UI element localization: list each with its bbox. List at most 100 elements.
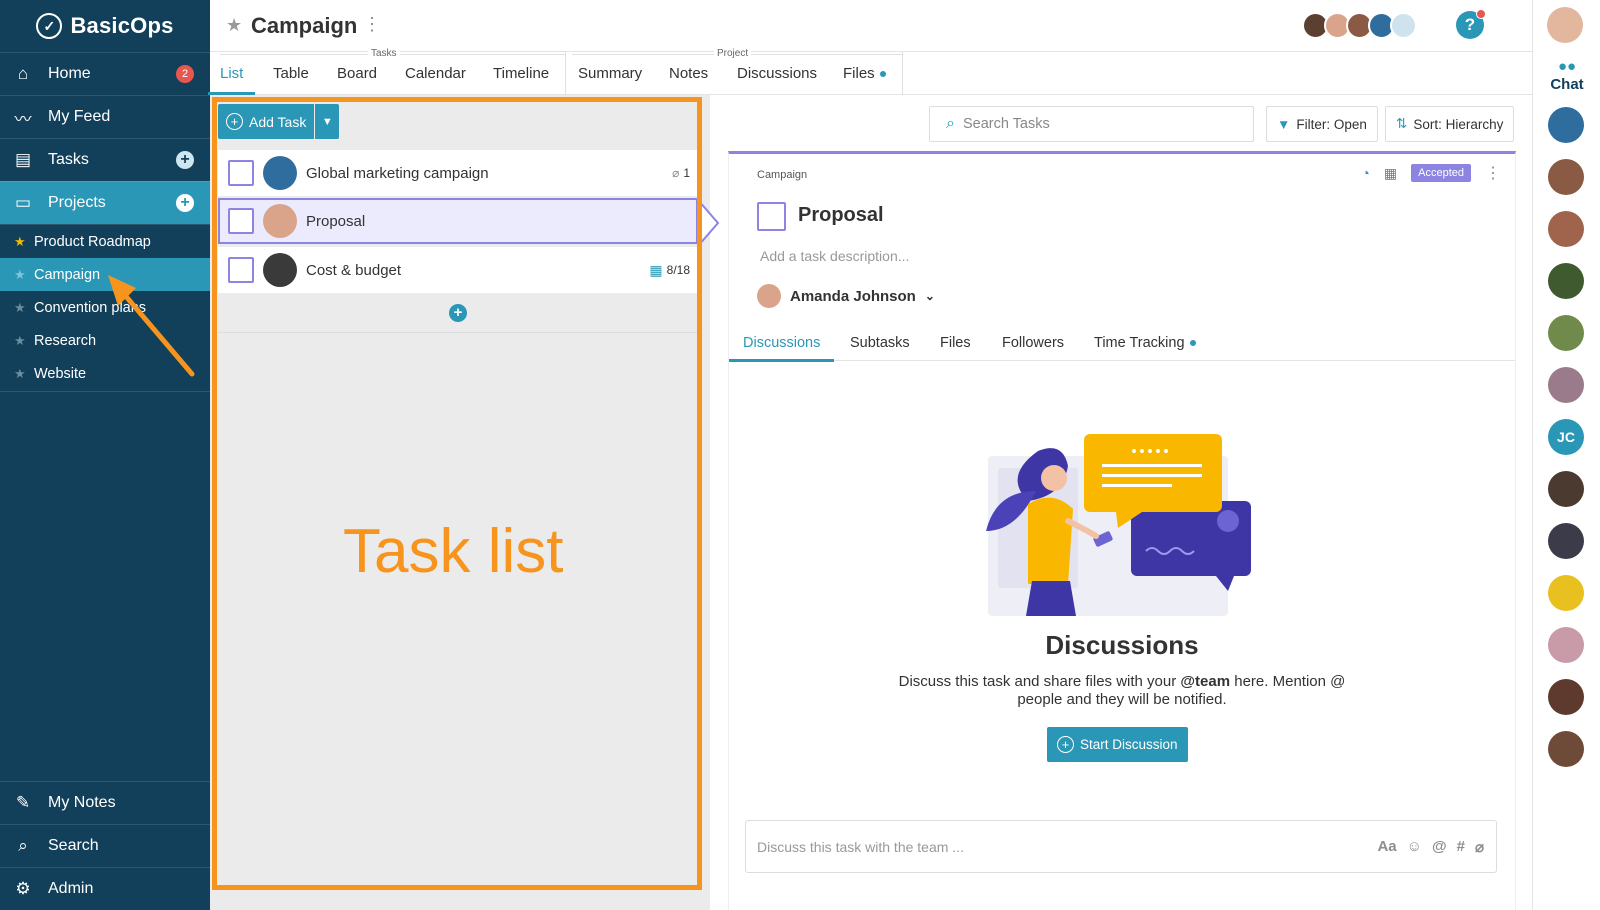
- project-label: Website: [34, 365, 87, 382]
- avatar[interactable]: [1548, 315, 1584, 351]
- tab-timeline[interactable]: Timeline: [493, 52, 549, 95]
- filter-button[interactable]: ▼ Filter: Open: [1266, 106, 1378, 142]
- avatar[interactable]: [1548, 575, 1584, 611]
- tab-board[interactable]: Board: [337, 52, 377, 95]
- star-icon[interactable]: ★: [14, 300, 28, 316]
- tab-discussions[interactable]: Discussions: [737, 52, 817, 95]
- nav-tasks[interactable]: ▤ Tasks +: [0, 138, 210, 181]
- task-title[interactable]: Proposal: [798, 204, 884, 227]
- project-website[interactable]: ★ Website: [0, 357, 210, 390]
- add-project-plus-icon[interactable]: +: [176, 194, 194, 212]
- star-icon[interactable]: ★: [14, 366, 28, 382]
- current-user-avatar[interactable]: [1547, 7, 1583, 43]
- tab-calendar[interactable]: Calendar: [405, 52, 466, 95]
- chat-bubble-icon: ●●: [1557, 58, 1577, 75]
- nav-search-label: Search: [48, 837, 99, 854]
- task-checkbox[interactable]: [228, 160, 254, 186]
- project-product-roadmap[interactable]: ★ Product Roadmap: [0, 225, 210, 258]
- assignee-selector[interactable]: Amanda Johnson ⌄: [757, 284, 935, 308]
- star-icon[interactable]: ★: [14, 333, 28, 349]
- task-row[interactable]: Cost & budget ▦ 8/18: [218, 247, 698, 293]
- favorite-star-icon[interactable]: ★: [226, 15, 242, 36]
- avatar[interactable]: [1548, 627, 1584, 663]
- project-convention-plans[interactable]: ★ Convention plans: [0, 291, 210, 324]
- tab-summary[interactable]: Summary: [578, 52, 642, 95]
- task-complete-checkbox[interactable]: [757, 202, 786, 231]
- discussion-composer-input[interactable]: Discuss this task with the team ... Aa ☺…: [745, 820, 1497, 873]
- help-icon[interactable]: ?: [1456, 9, 1486, 39]
- nav-search[interactable]: ⌕ Search: [0, 824, 210, 867]
- tab-table[interactable]: Table: [273, 52, 309, 95]
- avatar[interactable]: [1548, 731, 1584, 767]
- header: ★ Campaign ⋮ ?: [210, 0, 1532, 52]
- avatar[interactable]: [1548, 211, 1584, 247]
- star-icon[interactable]: ★: [14, 234, 28, 250]
- task-row-selected[interactable]: Proposal: [218, 198, 698, 244]
- app-logo[interactable]: ✓ BasicOps: [0, 0, 210, 52]
- project-label: Product Roadmap: [34, 233, 151, 250]
- tab-files[interactable]: Files: [940, 325, 971, 361]
- star-icon[interactable]: ★: [14, 267, 28, 283]
- task-description-input[interactable]: Add a task description...: [760, 248, 909, 264]
- task-detail-panel: Campaign ◔ ▦ Accepted ⋮ Proposal Add a t…: [728, 151, 1516, 910]
- nav-my-notes[interactable]: ✎ My Notes: [0, 781, 210, 824]
- tab-followers[interactable]: Followers: [1002, 325, 1064, 361]
- detail-actions: ◔ ▦ Accepted ⋮: [1361, 163, 1501, 183]
- nav-admin[interactable]: ⚙ Admin: [0, 867, 210, 910]
- search-tasks-input[interactable]: ⌕ Search Tasks: [929, 106, 1254, 142]
- avatar: [263, 253, 297, 287]
- avatar-initials[interactable]: JC: [1548, 419, 1584, 455]
- empty-state-title: Discussions: [1045, 630, 1199, 660]
- add-task-row[interactable]: +: [218, 293, 698, 333]
- chat-button[interactable]: ●● Chat: [1533, 58, 1600, 93]
- nav-projects[interactable]: ▭ Projects +: [0, 181, 210, 224]
- tab-list[interactable]: List: [207, 52, 256, 95]
- start-discussion-label: Start Discussion: [1080, 737, 1178, 752]
- plus-circle-icon[interactable]: +: [449, 303, 467, 322]
- avatar[interactable]: [1548, 107, 1584, 143]
- breadcrumb[interactable]: Campaign: [757, 169, 807, 181]
- tab-time-tracking[interactable]: Time Tracking: [1094, 325, 1196, 361]
- task-name: Global marketing campaign: [306, 164, 489, 182]
- tab-files[interactable]: Files: [843, 52, 886, 95]
- more-options-icon[interactable]: ⋮: [363, 14, 381, 35]
- paperclip-icon[interactable]: ⌀: [1475, 838, 1484, 856]
- project-research[interactable]: ★ Research: [0, 324, 210, 357]
- team-icon[interactable]: [1390, 12, 1417, 39]
- nav-my-feed[interactable]: 〰 My Feed: [0, 95, 210, 138]
- composer-placeholder: Discuss this task with the team ...: [757, 838, 964, 855]
- project-members[interactable]: [1302, 12, 1417, 39]
- task-row[interactable]: Global marketing campaign ⌀ 1: [218, 150, 698, 196]
- add-task-dropdown[interactable]: ▼: [315, 104, 340, 139]
- avatar[interactable]: [1548, 263, 1584, 299]
- task-checkbox[interactable]: [228, 257, 254, 283]
- mention-icon[interactable]: @: [1432, 838, 1447, 856]
- more-options-icon[interactable]: ⋮: [1485, 163, 1501, 183]
- tab-notes[interactable]: Notes: [669, 52, 708, 95]
- notification-dot: [1476, 9, 1486, 19]
- avatar[interactable]: [1548, 367, 1584, 403]
- avatar[interactable]: [1548, 523, 1584, 559]
- emoji-icon[interactable]: ☺: [1407, 838, 1422, 856]
- page-title: Campaign: [251, 13, 358, 38]
- sort-button[interactable]: ⇅ Sort: Hierarchy: [1385, 106, 1515, 142]
- text-format-icon[interactable]: Aa: [1377, 838, 1396, 856]
- project-campaign[interactable]: ★ Campaign: [0, 258, 210, 291]
- add-task-plus-icon[interactable]: +: [176, 151, 194, 169]
- calendar-icon[interactable]: ▦: [1384, 165, 1397, 182]
- add-task-button[interactable]: + Add Task: [218, 104, 315, 139]
- status-badge[interactable]: Accepted: [1411, 164, 1471, 182]
- avatar[interactable]: [1548, 679, 1584, 715]
- task-checkbox[interactable]: [228, 208, 254, 234]
- timer-icon[interactable]: ◔: [1361, 165, 1369, 181]
- hashtag-icon[interactable]: #: [1457, 838, 1465, 856]
- tab-discussions[interactable]: Discussions: [728, 325, 835, 362]
- filter-label: Filter: Open: [1296, 116, 1367, 132]
- nav-home[interactable]: ⌂ Home 2: [0, 52, 210, 95]
- add-task-label: Add Task: [249, 113, 307, 130]
- tab-subtasks[interactable]: Subtasks: [850, 325, 910, 361]
- folder-icon: ▭: [14, 193, 32, 212]
- start-discussion-button[interactable]: + Start Discussion: [1047, 727, 1188, 762]
- avatar[interactable]: [1548, 159, 1584, 195]
- avatar[interactable]: [1548, 471, 1584, 507]
